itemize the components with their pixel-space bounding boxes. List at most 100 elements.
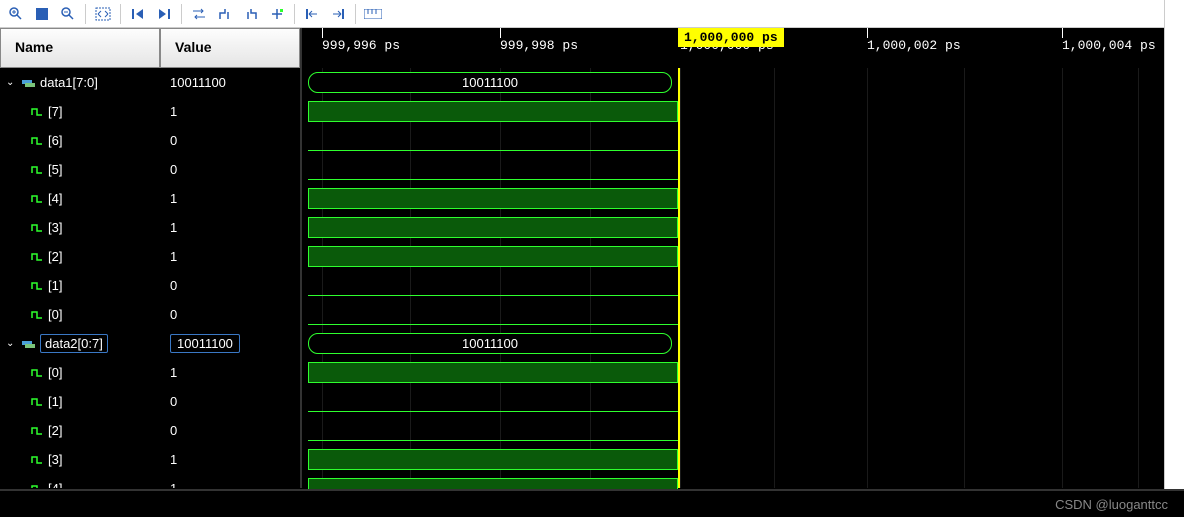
- signal-value-cell[interactable]: 1: [160, 249, 300, 264]
- signal-name-cell[interactable]: [2]: [0, 249, 160, 264]
- signal-value-cell[interactable]: 0: [160, 423, 300, 438]
- waveform-row[interactable]: [302, 300, 678, 329]
- ruler-icon[interactable]: [361, 3, 385, 25]
- signal-name-cell[interactable]: [7]: [0, 104, 160, 119]
- signal-name-cell[interactable]: [6]: [0, 133, 160, 148]
- waveform-row[interactable]: [302, 184, 678, 213]
- signal-value-cell[interactable]: 0: [160, 162, 300, 177]
- signal-name-label: [1]: [48, 394, 62, 409]
- waveform-row[interactable]: [302, 97, 678, 126]
- signal-name-cell[interactable]: [1]: [0, 394, 160, 409]
- signal-value-label: 1: [170, 220, 177, 235]
- go-to-end-icon[interactable]: [326, 3, 350, 25]
- signal-value-label: 1: [170, 249, 177, 264]
- signal-name-cell[interactable]: [4]: [0, 191, 160, 206]
- waveform-row[interactable]: [302, 213, 678, 242]
- signal-name-cell[interactable]: [5]: [0, 162, 160, 177]
- next-edge-icon[interactable]: [152, 3, 176, 25]
- signal-value-cell[interactable]: 0: [160, 133, 300, 148]
- signal-bus-row[interactable]: ⌄ data1[7:0] 10011100: [0, 68, 300, 97]
- signal-name-cell[interactable]: ⌄ data1[7:0]: [0, 75, 160, 90]
- bit-signal-icon: [30, 368, 44, 378]
- signal-value-label: 1: [170, 452, 177, 467]
- signal-name-cell[interactable]: ⌄data2[0:7]: [0, 334, 160, 353]
- signal-bit-row[interactable]: [3] 1: [0, 213, 300, 242]
- signal-name-label: [4]: [48, 191, 62, 206]
- signal-value-cell[interactable]: 10011100: [160, 75, 300, 90]
- prev-edge-icon[interactable]: [126, 3, 150, 25]
- waveform-row[interactable]: [302, 416, 678, 445]
- time-tick: 1,000,004 ps: [1062, 38, 1156, 53]
- gridline: [1062, 68, 1063, 488]
- value-column-header[interactable]: Value: [160, 28, 300, 68]
- go-to-start-icon[interactable]: [300, 3, 324, 25]
- signal-sidebar: Name Value ⌄data1[7:0]10011100[7]1[6]0[5…: [0, 28, 300, 488]
- waveform-row[interactable]: [302, 387, 678, 416]
- signal-value-cell[interactable]: 1: [160, 481, 300, 488]
- waveform-row[interactable]: [302, 271, 678, 300]
- signal-name-cell[interactable]: [0]: [0, 365, 160, 380]
- add-marker-icon[interactable]: [265, 3, 289, 25]
- signal-value-cell[interactable]: 10011100: [160, 336, 300, 351]
- waveform-area[interactable]: 1,000,000 ps 999,996 ps999,998 ps1,000,0…: [300, 28, 1184, 488]
- signal-value-cell[interactable]: 0: [160, 278, 300, 293]
- signal-name-cell[interactable]: [3]: [0, 452, 160, 467]
- prev-trans-icon[interactable]: [213, 3, 237, 25]
- bit-signal-icon: [30, 107, 44, 117]
- signal-bit-row[interactable]: [2] 0: [0, 416, 300, 445]
- zoom-in-icon[interactable]: [4, 3, 28, 25]
- signal-name-cell[interactable]: [4]: [0, 481, 160, 488]
- chevron-down-icon[interactable]: ⌄: [6, 77, 18, 88]
- bit-low-wave: [308, 440, 678, 441]
- swap-icon[interactable]: [187, 3, 211, 25]
- signal-bit-row[interactable]: [4] 1: [0, 184, 300, 213]
- signal-bit-row[interactable]: [5] 0: [0, 155, 300, 184]
- waveform-row[interactable]: [302, 126, 678, 155]
- signal-value-cell[interactable]: 1: [160, 220, 300, 235]
- signal-name-label: [1]: [48, 278, 62, 293]
- signal-bit-row[interactable]: [6]0: [0, 126, 300, 155]
- signal-value-cell[interactable]: 1: [160, 452, 300, 467]
- signal-value-cell[interactable]: 1: [160, 191, 300, 206]
- signal-bit-row[interactable]: [1] 0: [0, 271, 300, 300]
- separator: [120, 4, 121, 24]
- waveform-row[interactable]: [302, 155, 678, 184]
- right-scrollbar-area[interactable]: [1164, 0, 1184, 489]
- name-column-header[interactable]: Name: [0, 28, 160, 68]
- signal-name-label: data1[7:0]: [40, 75, 98, 90]
- signal-value-cell[interactable]: 0: [160, 394, 300, 409]
- signal-bit-row[interactable]: [7]1: [0, 97, 300, 126]
- bit-signal-icon: [30, 194, 44, 204]
- waveform-row[interactable]: [302, 445, 678, 474]
- signal-bit-row[interactable]: [0]1: [0, 358, 300, 387]
- signal-bit-row[interactable]: [0]0: [0, 300, 300, 329]
- signal-bit-row[interactable]: [2] 1: [0, 242, 300, 271]
- signal-bus-row[interactable]: ⌄data2[0:7]10011100: [0, 329, 300, 358]
- waveform-row[interactable]: 10011100: [302, 329, 678, 358]
- chevron-down-icon[interactable]: ⌄: [6, 338, 18, 349]
- signal-name-cell[interactable]: [2]: [0, 423, 160, 438]
- separator: [294, 4, 295, 24]
- signal-value-cell[interactable]: 1: [160, 104, 300, 119]
- signal-value-cell[interactable]: 1: [160, 365, 300, 380]
- waveform-body[interactable]: 10011100 10011100: [302, 68, 1184, 488]
- waveform-row[interactable]: [302, 358, 678, 387]
- zoom-fit-icon[interactable]: [91, 3, 115, 25]
- waveform-row[interactable]: [302, 242, 678, 271]
- cursor-line[interactable]: [678, 68, 680, 488]
- next-trans-icon[interactable]: [239, 3, 263, 25]
- zoom-out-icon[interactable]: [56, 3, 80, 25]
- cursor-time-label[interactable]: 1,000,000 ps: [678, 28, 784, 47]
- signal-name-cell[interactable]: [1]: [0, 278, 160, 293]
- signal-name-cell[interactable]: [3]: [0, 220, 160, 235]
- signal-bit-row[interactable]: [4]1: [0, 474, 300, 488]
- signal-list[interactable]: ⌄data1[7:0]10011100[7]1[6]0[5]0[4]1[3]1[…: [0, 68, 300, 488]
- signal-bit-row[interactable]: [1] 0: [0, 387, 300, 416]
- signal-value-label: 0: [170, 162, 177, 177]
- signal-value-cell[interactable]: 0: [160, 307, 300, 322]
- signal-name-label: [2]: [48, 423, 62, 438]
- waveform-row[interactable]: 10011100: [302, 68, 678, 97]
- signal-name-cell[interactable]: [0]: [0, 307, 160, 322]
- signal-bit-row[interactable]: [3] 1: [0, 445, 300, 474]
- stop-icon[interactable]: [30, 3, 54, 25]
